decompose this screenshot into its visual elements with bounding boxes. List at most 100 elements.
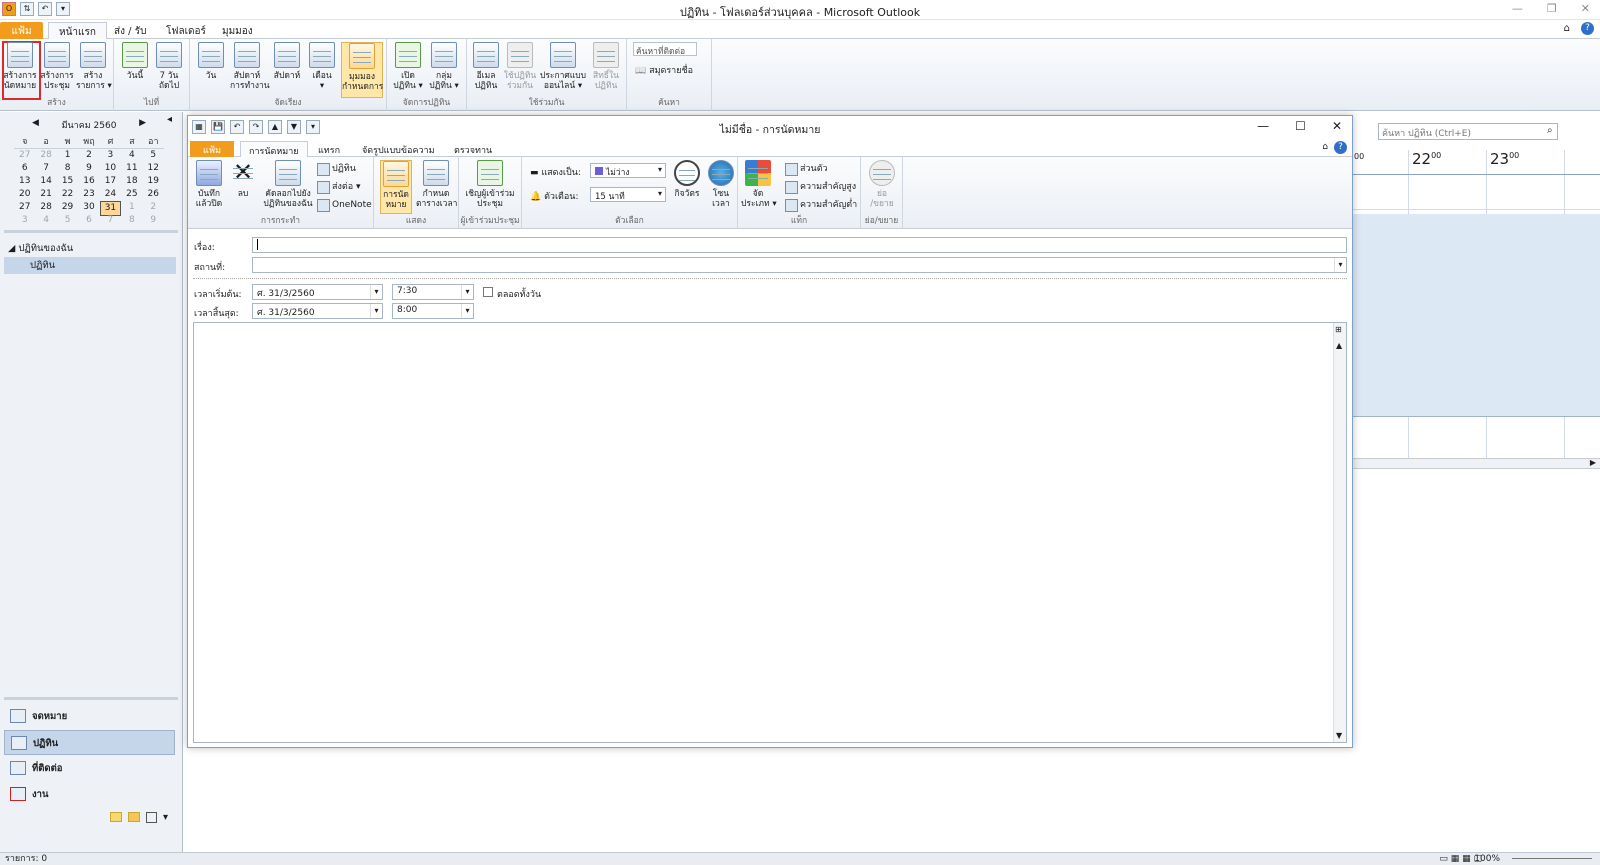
date-picker-icon[interactable]: ▾	[370, 285, 382, 299]
day-cell[interactable]: 15	[57, 175, 78, 188]
show-as-dropdown[interactable]: ไม่ว่าง	[590, 163, 666, 178]
private-button[interactable]: ส่วนตัว	[784, 161, 828, 177]
start-date-input[interactable]: ศ. 31/3/2560 ▾	[252, 284, 383, 300]
low-importance-button[interactable]: ความสำคัญต่ำ	[784, 197, 857, 213]
tab-review[interactable]: ตรวจทาน	[446, 141, 500, 157]
day-cell[interactable]: 25	[121, 188, 142, 201]
new-meeting-button[interactable]: สร้างการ ประชุม	[40, 42, 74, 91]
categorize-button[interactable]: จัด ประเภท ▾	[741, 160, 777, 209]
nav-calendar[interactable]: ปฏิทิน	[4, 730, 175, 755]
day-cell[interactable]: 6	[14, 162, 35, 175]
end-date-input[interactable]: ศ. 31/3/2560 ▾	[252, 303, 383, 319]
week-view-button[interactable]: สัปดาห์	[270, 42, 304, 81]
day-cell[interactable]: 12	[143, 162, 164, 175]
nav-mail[interactable]: จดหมาย	[4, 704, 175, 729]
day-cell[interactable]: 9	[143, 214, 164, 227]
new-items-button[interactable]: สร้าง รายการ ▾	[76, 42, 112, 91]
day-cell[interactable]: 18	[121, 175, 142, 188]
high-importance-button[interactable]: ความสำคัญสูง	[784, 179, 856, 195]
address-book-button[interactable]: 📖 สมุดรายชื่อ	[635, 63, 693, 77]
appointment-view-button[interactable]: การนัด หมาย	[380, 160, 412, 214]
delete-button[interactable]: ✕ ลบ	[226, 160, 260, 199]
day-cell[interactable]: 7	[35, 162, 56, 175]
prev-month-icon[interactable]: ◀	[32, 118, 39, 132]
day-cell[interactable]: 10	[100, 162, 121, 175]
day-cell[interactable]: 19	[143, 175, 164, 188]
collapse-ribbon-icon[interactable]: ⌂	[1322, 142, 1328, 152]
close-icon[interactable]: ✕	[1581, 2, 1590, 15]
day-cell[interactable]: 5	[57, 214, 78, 227]
day-cell[interactable]: 26	[143, 188, 164, 201]
day-cell[interactable]: 24	[100, 188, 121, 201]
nav-tasks[interactable]: งาน	[4, 782, 175, 807]
time-picker-icon[interactable]: ▾	[461, 304, 473, 318]
day-cell[interactable]: 1	[57, 149, 78, 162]
day-cell[interactable]: 2	[78, 149, 99, 162]
end-time-input[interactable]: 8:00 ▾	[392, 303, 474, 319]
configure-buttons-icon[interactable]: ▾	[163, 812, 168, 823]
day-cell[interactable]: 9	[78, 162, 99, 175]
timezone-button[interactable]: โซน เวลา	[704, 160, 738, 209]
calendar-button[interactable]: ปฏิทิน	[316, 161, 356, 177]
calendar-search-input[interactable]: ค้นหา ปฏิทิน (Ctrl+E)	[1378, 123, 1558, 140]
tree-item-calendar[interactable]: ปฏิทิน	[4, 257, 176, 274]
day-cell[interactable]: 4	[35, 214, 56, 227]
notes-icon[interactable]	[110, 812, 122, 822]
day-cell[interactable]: 3	[100, 149, 121, 162]
forward-button[interactable]: ส่งต่อ ▾	[316, 179, 361, 195]
tab-view[interactable]: มุมมอง	[212, 22, 263, 39]
day-cell[interactable]: 4	[121, 149, 142, 162]
restore-icon[interactable]: ❐	[1547, 2, 1557, 15]
tab-send-receive[interactable]: ส่ง / รับ	[104, 22, 156, 39]
help-icon[interactable]: ?	[1334, 141, 1347, 154]
tree-group-my-calendars[interactable]: ◢ ปฏิทินของฉัน	[8, 240, 176, 257]
workweek-view-button[interactable]: สัปดาห์ การทำงาน	[230, 42, 270, 91]
month-view-button[interactable]: เดือน ▾	[305, 42, 339, 91]
publish-online-button[interactable]: ประกาศแบบ ออนไลน์ ▾	[539, 42, 587, 91]
share-calendar-button[interactable]: ใช้ปฏิทิน ร่วมกัน	[503, 42, 537, 91]
day-cell[interactable]: 8	[121, 214, 142, 227]
scheduling-button[interactable]: กำหนด ตารางเวลา	[416, 160, 457, 209]
minimize-icon[interactable]: —	[1512, 2, 1523, 15]
horizontal-scrollbar[interactable]: ▶	[1352, 458, 1600, 469]
location-dropdown-icon[interactable]: ▾	[1334, 258, 1346, 272]
day-cell[interactable]: 6	[78, 214, 99, 227]
tab-file[interactable]: แฟ้ม	[0, 22, 43, 39]
time-slot-area[interactable]	[1352, 214, 1600, 416]
open-calendar-button[interactable]: เปิด ปฏิทิน ▾	[391, 42, 425, 91]
zoom-slider[interactable]	[1512, 858, 1592, 859]
day-cell[interactable]: 3	[14, 214, 35, 227]
close-icon[interactable]: ✕	[1332, 119, 1342, 133]
day-cell[interactable]: 21	[35, 188, 56, 201]
scroll-up-icon[interactable]: ▲	[1336, 341, 1342, 350]
day-cell[interactable]: 27	[14, 149, 35, 162]
ruler-toggle-icon[interactable]: ⊞	[1335, 325, 1342, 334]
tab-file[interactable]: แฟ้ม	[190, 141, 234, 157]
date-picker-icon[interactable]: ▾	[370, 304, 382, 318]
calendar-groups-button[interactable]: กลุ่ม ปฏิทิน ▾	[427, 42, 461, 91]
collapse-pane-icon[interactable]: ◂	[167, 114, 172, 125]
search-icon[interactable]: ⌕	[1547, 125, 1553, 136]
copy-to-calendar-button[interactable]: คัดลอกไปยัง ปฏิทินของฉัน	[262, 160, 314, 209]
all-day-checkbox[interactable]	[483, 287, 493, 297]
day-cell[interactable]: 28	[35, 149, 56, 162]
find-contact-box[interactable]: ค้นหาที่ติดต่อ	[633, 42, 697, 57]
day-cell[interactable]: 23	[78, 188, 99, 201]
day-cell[interactable]: 22	[57, 188, 78, 201]
email-calendar-button[interactable]: อีเมล ปฏิทิน	[469, 42, 503, 91]
ribbon-collapse-icon[interactable]: ⌂	[1564, 23, 1570, 34]
day-view-button[interactable]: วัน	[194, 42, 228, 81]
day-cell[interactable]: 20	[14, 188, 35, 201]
day-cell[interactable]: 5	[143, 149, 164, 162]
save-close-button[interactable]: บันทึก แล้วปิด	[192, 160, 226, 209]
nav-contacts[interactable]: ที่ติดต่อ	[4, 756, 175, 781]
tab-appointment[interactable]: การนัดหมาย	[240, 141, 308, 157]
calendar-permissions-button[interactable]: สิทธิ์ใน ปฏิทิน	[589, 42, 623, 91]
day-cell[interactable]: 16	[78, 175, 99, 188]
day-cell[interactable]: 14	[35, 175, 56, 188]
start-time-input[interactable]: 7:30 ▾	[392, 284, 474, 300]
day-cell[interactable]: 17	[100, 175, 121, 188]
reminder-dropdown[interactable]: 15 นาที	[590, 187, 666, 202]
day-cell[interactable]: 13	[14, 175, 35, 188]
vertical-scrollbar[interactable]: ⊞ ▲ ▼	[1333, 323, 1346, 742]
